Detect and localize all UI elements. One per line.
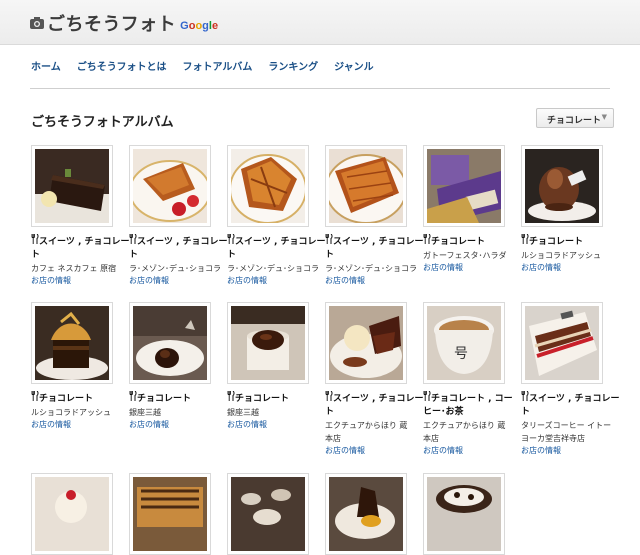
fork-knife-icon [227,391,235,401]
shop-info-link[interactable]: お店の情報 [325,275,365,287]
category-label: チョコレート [521,234,625,249]
page-title: ごちそうフォトアルバム [31,115,174,130]
nav-home[interactable]: ホーム [31,58,61,73]
site-logo[interactable]: ごちそうフォト Google [30,10,218,36]
truffle-photo [329,477,403,551]
photo-thumbnail[interactable] [227,302,309,384]
pastry-plate-photo [129,149,211,223]
shop-info-link[interactable]: お店の情報 [423,445,463,457]
layered-cake-photo [35,306,109,380]
category-label: スイーツ , チョコレート [521,391,625,419]
pastry-plate-photo [229,149,307,224]
shop-name: エクチュアからほり 蔵本店 [423,421,506,443]
photo-thumbnail[interactable] [31,302,113,384]
chocolate-dome-photo [525,149,599,223]
fondant-chocolat-photo [231,306,305,380]
fork-knife-icon [325,234,333,244]
shop-name: エクチュアからほり 蔵本店 [325,421,408,443]
google-logo: Google [180,20,219,32]
shop-info-link[interactable]: お店の情報 [129,275,169,287]
fork-knife-icon [129,234,137,244]
shop-name: ガトーフェスタ･ハラダ [423,251,507,260]
svg-text:号: 号 [454,346,468,362]
category-label: スイーツ , チョコレート [227,234,331,262]
ice-cream-plate-photo [329,306,403,380]
photo-thumbnail[interactable] [521,145,603,227]
photo-thumbnail[interactable] [325,145,407,227]
category-label: スイーツ , チョコレート [129,234,233,262]
photo-thumbnail[interactable] [521,302,603,384]
fork-knife-icon [31,234,39,244]
photo-thumbnail[interactable] [129,473,211,555]
nav-ranking[interactable]: ランキング [268,58,318,73]
pastry-plate-photo [325,149,407,224]
category-select-value: チョコレート [547,116,602,126]
main-nav: ホーム ごちそうフォトとは フォトアルバム ランキング ジャンル [31,58,390,73]
header: ごちそうフォト Google [0,0,640,45]
shop-name: カフェ ネスカフェ 原宿 [31,264,117,273]
shop-info-link[interactable]: お店の情報 [227,419,267,431]
category-label: スイーツ , チョコレート [325,234,429,262]
photo-thumbnail[interactable] [31,145,113,227]
fork-knife-icon [325,391,333,401]
dining-table-photo [231,477,305,551]
fork-knife-icon [521,234,529,244]
category-label: チョコレート [31,391,135,406]
category-label: チョコレート [227,391,331,406]
shop-name: ルショコラドアッシュ [521,251,601,260]
fork-knife-icon [227,234,235,244]
shop-info-link[interactable]: お店の情報 [521,445,561,457]
photo-thumbnail[interactable] [129,302,211,384]
category-label: チョコレート [129,391,233,406]
shop-info-link[interactable]: お店の情報 [129,419,169,431]
nav-genre[interactable]: ジャンル [334,58,374,73]
fork-knife-icon [129,391,137,401]
shop-info-link[interactable]: お店の情報 [31,275,71,287]
cake-photo [35,477,109,551]
fork-knife-icon [31,391,39,401]
shop-name: タリーズコーヒー イトー ヨーカ堂吉祥寺店 [521,421,612,443]
fork-knife-icon [521,391,529,401]
fork-knife-icon [423,234,431,244]
photo-thumbnail[interactable] [325,302,407,384]
photo-thumbnail[interactable] [227,473,309,555]
category-label: チョコレート [423,234,527,249]
shop-info-link[interactable]: お店の情報 [423,262,463,274]
chocolate-dessert-photo [133,306,207,380]
brand-name: ごちそうフォト [47,14,177,35]
photo-thumbnail[interactable] [423,473,505,555]
photo-thumbnail[interactable] [325,473,407,555]
coffee-cup-photo: 号 [427,306,501,380]
category-label: チョコレート , コー ヒー･お茶 [423,391,527,419]
chevron-down-icon: ▼ [601,113,607,121]
shop-name: ルショコラドアッシュ [31,408,111,417]
shop-info-link[interactable]: お店の情報 [227,275,267,287]
photo-thumbnail[interactable] [423,145,505,227]
category-label: スイーツ , チョコレート [31,234,135,262]
nav-album[interactable]: フォトアルバム [183,58,253,73]
parfait-photo [427,477,501,551]
photo-thumbnail[interactable]: 号 [423,302,505,384]
photo-thumbnail[interactable] [129,145,211,227]
category-select[interactable]: チョコレート ▼ [536,108,614,128]
strawberry-cake-photo [525,306,599,380]
divider [30,88,610,89]
photo-thumbnail[interactable] [227,145,309,227]
shop-info-link[interactable]: お店の情報 [325,445,365,457]
chocolate-cake-photo [35,149,109,223]
shop-name: 銀座三越 [129,408,161,417]
shop-name: 銀座三越 [227,408,259,417]
nav-about[interactable]: ごちそうフォトとは [77,58,167,73]
fork-knife-icon [423,391,431,401]
eclair-photo [133,477,207,551]
shop-info-link[interactable]: お店の情報 [31,419,71,431]
shop-name: ラ･メゾン･デュ･ショコラ [227,264,319,273]
shop-name: ラ･メゾン･デュ･ショコラ [129,264,221,273]
camera-icon [30,17,44,29]
photo-thumbnail[interactable] [31,473,113,555]
chocolate-box-photo [427,149,501,223]
shop-info-link[interactable]: お店の情報 [521,262,561,274]
shop-name: ラ･メゾン･デュ･ショコラ [325,264,417,273]
category-label: スイーツ , チョコレート [325,391,429,419]
